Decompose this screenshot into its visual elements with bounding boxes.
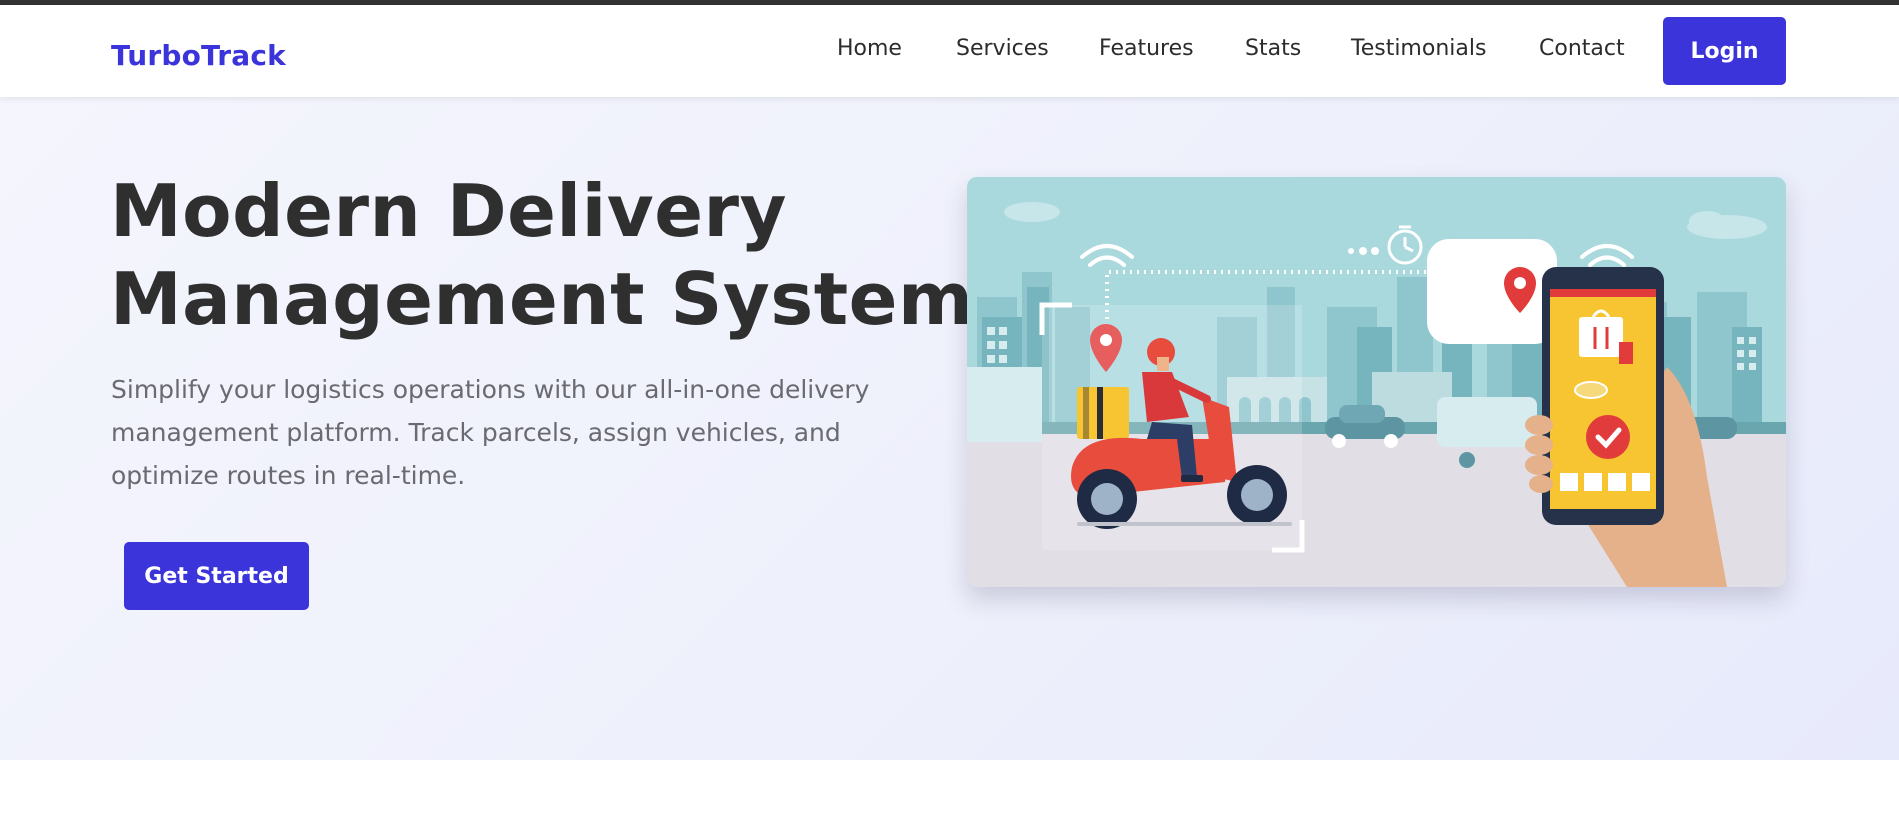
hero-title-line-2: Management System [110,257,974,341]
nav-link-services[interactable]: Services [956,36,1049,61]
get-started-button[interactable]: Get Started [124,542,309,610]
nav-link-stats[interactable]: Stats [1245,36,1301,61]
hero-title-line-1: Modern Delivery [110,169,787,253]
brand-logo[interactable]: TurboTrack [111,39,286,72]
next-section [0,760,1899,817]
hero-description: Simplify your logistics operations with … [111,375,870,490]
hero-illustration [967,177,1786,587]
navbar: TurboTrack Home Services Features Stats … [0,5,1899,97]
nav-link-features[interactable]: Features [1099,36,1194,61]
hero-title: Modern Delivery Management System [110,167,974,343]
delivery-scooter-illustration [967,177,1786,587]
nav-link-contact[interactable]: Contact [1539,36,1625,61]
login-button[interactable]: Login [1663,17,1786,85]
nav-link-home[interactable]: Home [837,36,902,61]
hero-section: Modern Delivery Management System Simpli… [0,97,1899,760]
nav-link-testimonials[interactable]: Testimonials [1351,36,1486,61]
